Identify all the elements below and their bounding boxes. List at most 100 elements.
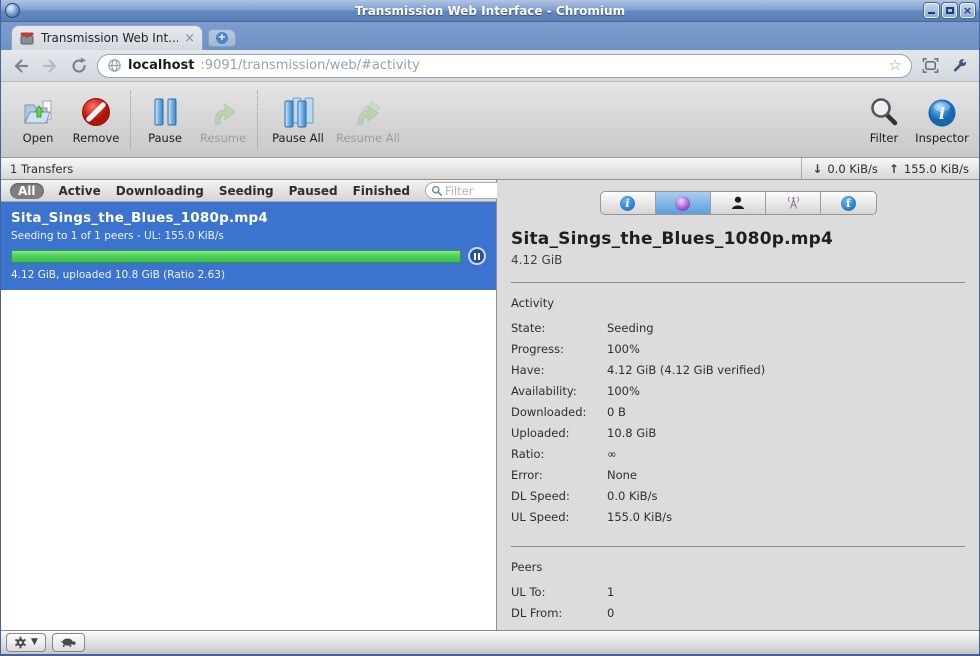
transmission-toolbar: Open Remove Pause Resume Pause All Resum… xyxy=(1,82,979,158)
new-tab-button[interactable]: + xyxy=(208,29,236,47)
filter-label: Filter xyxy=(869,131,899,145)
activity-sphere-icon xyxy=(675,195,691,211)
divider xyxy=(511,546,965,547)
speed-summary: ↓ 0.0 KiB/s ↑ 155.0 KiB/s xyxy=(801,158,979,179)
fullscreen-brackets-icon xyxy=(922,58,938,73)
resume-label: Resume xyxy=(199,131,247,145)
inspector-tab-activity[interactable] xyxy=(655,192,711,214)
fullscreen-button[interactable] xyxy=(919,55,941,77)
pause-all-icon xyxy=(281,94,315,128)
peers-heading: Peers xyxy=(511,560,543,574)
browser-navbar: localhost :9091/transmission/web/#activit… xyxy=(1,50,979,82)
filter-tab-active[interactable]: Active xyxy=(59,183,101,199)
trackers-antenna-icon xyxy=(787,196,799,209)
svg-text:i: i xyxy=(939,104,945,123)
tab-strip: Transmission Web Int... × + xyxy=(1,22,979,50)
pause-icon xyxy=(151,94,179,128)
inspector-tab-info[interactable]: i xyxy=(601,192,656,214)
inspector-label: Inspector xyxy=(915,131,969,145)
settings-wrench-button[interactable] xyxy=(948,55,970,77)
torrent-details-line: 4.12 GiB, uploaded 10.8 GiB (Ratio 2.63) xyxy=(11,269,226,281)
pause-label: Pause xyxy=(148,131,182,145)
close-icon: × xyxy=(962,4,973,17)
window-titlebar: Transmission Web Interface - Chromium × xyxy=(1,0,979,22)
upload-speed: 155.0 KiB/s xyxy=(903,161,969,176)
chromium-logo-icon xyxy=(5,3,20,18)
download-arrow-icon: ↓ xyxy=(812,161,823,176)
pause-button[interactable]: Pause xyxy=(136,94,194,145)
url-host: localhost xyxy=(128,58,195,73)
pause-all-label: Pause All xyxy=(272,131,324,145)
back-button[interactable] xyxy=(10,55,32,77)
filter-tab-finished[interactable]: Finished xyxy=(353,183,410,199)
filter-tab-seeding[interactable]: Seeding xyxy=(219,183,274,199)
forward-button[interactable] xyxy=(39,55,61,77)
turtle-icon xyxy=(60,638,76,648)
forward-icon xyxy=(42,58,57,73)
wrench-icon xyxy=(953,58,967,72)
torrent-list: Sita_Sings_the_Blues_1080p.mp4 Seeding t… xyxy=(1,202,496,630)
tab-close-icon[interactable]: × xyxy=(184,32,195,45)
filter-bar: All Active Downloading Seeding Paused Fi… xyxy=(1,180,520,202)
inspector-size: 4.12 GiB xyxy=(511,253,563,267)
open-button[interactable]: Open xyxy=(9,94,67,145)
detail-row: UL Speed: 155.0 KiB/s xyxy=(511,510,673,524)
toolbar-separator xyxy=(130,90,131,149)
inspector-tab-files[interactable]: f xyxy=(821,192,875,214)
filter-tab-paused[interactable]: Paused xyxy=(289,183,338,199)
torrent-name: Sita_Sings_the_Blues_1080p.mp4 xyxy=(11,210,269,226)
search-icon xyxy=(431,185,442,196)
detail-row: UL To: 1 xyxy=(511,585,615,599)
minimize-button[interactable] xyxy=(924,3,939,18)
activity-heading: Activity xyxy=(511,296,555,310)
inspector-info-icon: i xyxy=(927,94,957,128)
detail-row: DL From: 0 xyxy=(511,606,615,620)
remove-button[interactable]: Remove xyxy=(67,94,125,145)
resume-button[interactable]: Resume xyxy=(194,94,252,145)
filter-tab-all[interactable]: All xyxy=(10,182,44,199)
reload-button[interactable] xyxy=(68,55,90,77)
torrent-row-selected[interactable]: Sita_Sings_the_Blues_1080p.mp4 Seeding t… xyxy=(1,202,496,290)
peers-person-icon xyxy=(731,196,745,209)
torrent-list-panel: All Active Downloading Seeding Paused Fi… xyxy=(1,180,520,630)
open-folder-icon xyxy=(21,94,55,128)
inspector-button[interactable]: i Inspector xyxy=(913,94,971,145)
transfers-statusbar: 1 Transfers ↓ 0.0 KiB/s ↑ 155.0 KiB/s xyxy=(1,158,979,180)
settings-gear-button[interactable]: ▼ xyxy=(6,633,46,652)
detail-row: State: Seeding xyxy=(511,321,654,335)
torrent-progress-fill xyxy=(11,249,461,263)
detail-row: DL Speed: 0.0 KiB/s xyxy=(511,489,658,503)
tab-title: Transmission Web Int... xyxy=(41,31,179,45)
inspector-tab-peers[interactable] xyxy=(711,192,767,214)
torrent-progress-bar xyxy=(11,249,461,263)
maximize-button[interactable] xyxy=(942,3,957,18)
url-bar[interactable]: localhost :9091/transmission/web/#activit… xyxy=(97,53,912,78)
detail-row: Uploaded: 10.8 GiB xyxy=(511,426,657,440)
bookmark-star-icon[interactable]: ☆ xyxy=(889,58,902,73)
remove-label: Remove xyxy=(72,131,120,145)
filter-button[interactable]: Filter xyxy=(855,94,913,145)
inspector-tab-bar: i f xyxy=(599,191,877,215)
filter-tab-downloading[interactable]: Downloading xyxy=(116,183,204,199)
close-button[interactable]: × xyxy=(960,3,975,18)
files-icon: f xyxy=(840,195,856,211)
detail-row: Progress: 100% xyxy=(511,342,640,356)
main-area: All Active Downloading Seeding Paused Fi… xyxy=(1,180,979,630)
url-path: :9091/transmission/web/#activity xyxy=(200,58,420,73)
plus-icon: + xyxy=(216,32,228,44)
dropdown-caret-icon: ▼ xyxy=(31,637,38,647)
reload-icon xyxy=(72,57,86,73)
torrent-pause-button[interactable] xyxy=(468,247,486,265)
inspector-tab-trackers[interactable] xyxy=(766,192,822,214)
detail-row: Availability: 100% xyxy=(511,384,640,398)
pause-all-button[interactable]: Pause All xyxy=(263,94,333,145)
browser-tab[interactable]: Transmission Web Int... × xyxy=(11,25,203,50)
resume-all-button[interactable]: Resume All xyxy=(333,94,403,145)
speed-limit-turtle-button[interactable] xyxy=(51,633,85,652)
resume-all-icon xyxy=(350,94,386,128)
torrent-status-line: Seeding to 1 of 1 peers - UL: 155.0 KiB/… xyxy=(11,230,224,242)
remove-icon xyxy=(80,94,112,128)
resume-all-label: Resume All xyxy=(335,131,401,145)
browser-window: Transmission Web Interface - Chromium × … xyxy=(0,0,980,656)
back-icon xyxy=(14,58,29,73)
